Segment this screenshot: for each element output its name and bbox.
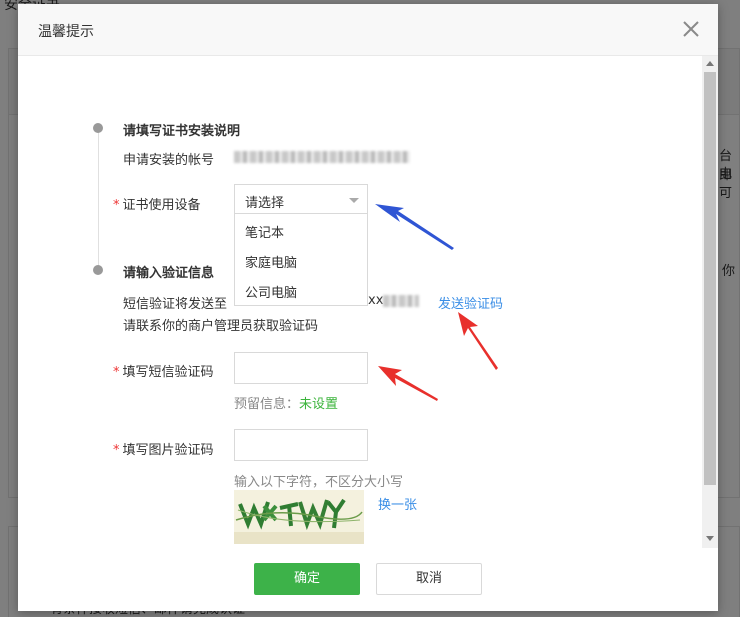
step-dot-icon — [93, 265, 103, 275]
dialog-body: 请填写证书安装说明 申请安装的帐号 * 证书使用设备 请选择 笔记本 家庭电脑 公… — [18, 56, 718, 548]
dialog-header: 温馨提示 — [18, 4, 718, 56]
device-option-office-pc[interactable]: 公司电脑 — [245, 282, 297, 301]
refresh-captcha-link[interactable]: 换一张 — [378, 494, 417, 513]
contact-admin-text: 请联系你的商户管理员获取验证码 — [123, 319, 319, 334]
reserved-info: 预留信息：未设置 — [234, 397, 339, 412]
chevron-down-icon — [349, 198, 359, 203]
send-code-link[interactable]: 发送验证码 — [438, 293, 503, 312]
step1-title: 请填写证书安装说明 — [123, 124, 241, 139]
phone-number-blurred — [383, 295, 419, 307]
close-icon[interactable] — [680, 18, 702, 40]
device-select-value: 请选择 — [245, 196, 285, 211]
account-value-blurred — [234, 151, 410, 163]
sms-info-text: 短信验证将发送至 — [123, 297, 228, 312]
confirm-button[interactable]: 确定 — [254, 563, 360, 595]
device-option-home-pc[interactable]: 家庭电脑 — [245, 252, 297, 271]
device-label: * 证书使用设备 — [113, 198, 201, 213]
step-dot-icon — [93, 123, 103, 133]
certificate-install-dialog: 温馨提示 请填写证书安装说明 申请安装的帐号 * 证书使用设备 请选择 笔记本 家… — [18, 4, 718, 611]
step2-title: 请输入验证信息 — [123, 266, 215, 281]
image-code-input[interactable] — [234, 429, 368, 461]
step-connector — [98, 128, 99, 268]
image-code-hint: 输入以下字符，不区分大小写 — [234, 475, 404, 490]
sms-code-label: * 填写短信验证码 — [113, 365, 214, 380]
sms-code-input[interactable] — [234, 352, 368, 384]
account-label: 申请安装的帐号 — [123, 153, 215, 168]
device-option-laptop[interactable]: 笔记本 — [245, 222, 284, 241]
sms-info-suffix: xx — [368, 293, 384, 308]
dialog-scrollbar[interactable] — [702, 56, 718, 548]
device-select[interactable]: 请选择 — [234, 184, 368, 214]
dialog-title: 温馨提示 — [38, 24, 94, 40]
scroll-down-icon[interactable] — [706, 536, 714, 541]
device-dropdown: 笔记本 家庭电脑 公司电脑 — [234, 214, 368, 306]
scroll-up-icon[interactable] — [706, 61, 714, 66]
dialog-footer: 确定 取消 — [18, 548, 718, 611]
cancel-button[interactable]: 取消 — [376, 563, 482, 595]
image-code-label: * 填写图片验证码 — [113, 443, 214, 458]
scrollbar-thumb[interactable] — [704, 72, 716, 485]
captcha-image — [234, 490, 364, 544]
